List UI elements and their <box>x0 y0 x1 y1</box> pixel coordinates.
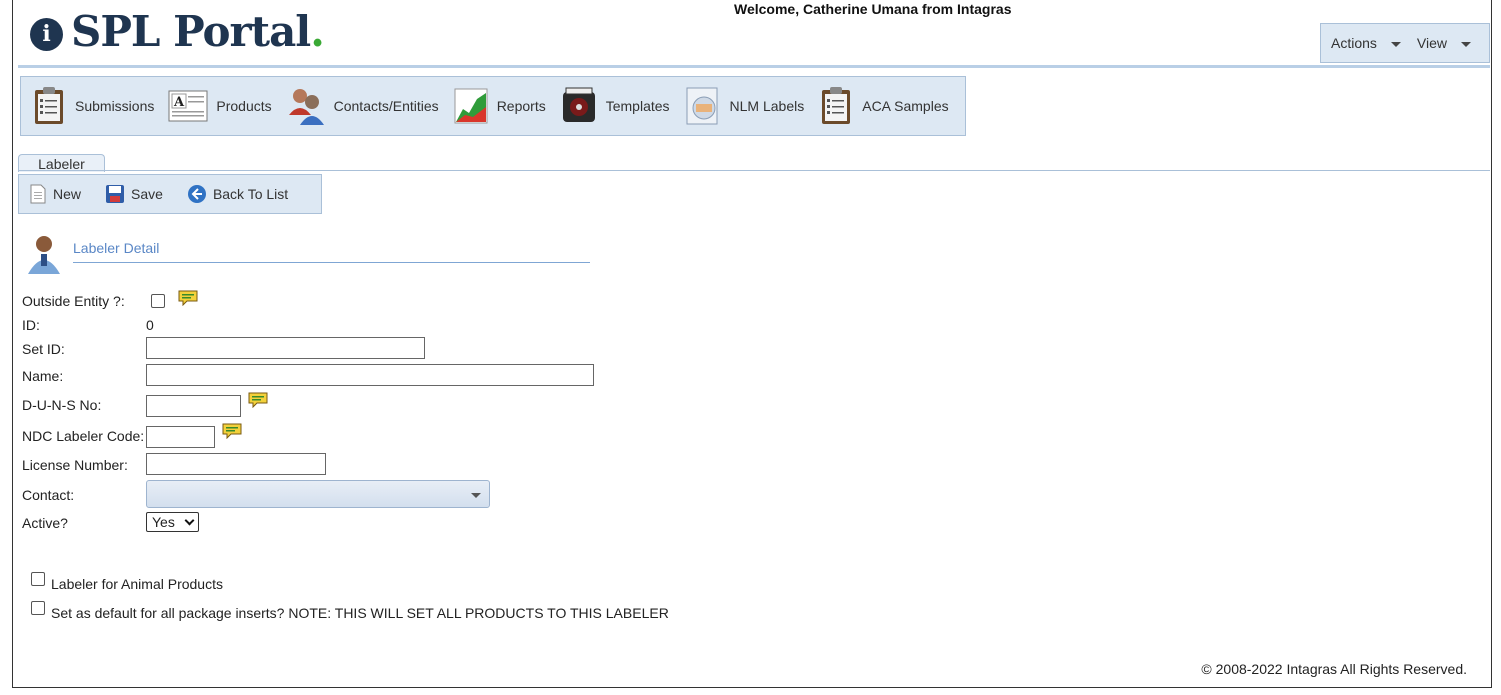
license-number-label: License Number: <box>22 457 128 473</box>
id-label: ID: <box>22 317 40 333</box>
user-icon <box>28 236 60 274</box>
ndc-labeler-code-input[interactable] <box>146 426 215 448</box>
new-button[interactable]: New <box>29 184 81 204</box>
toolbar: New Save Back To List <box>18 174 322 214</box>
section-title: Labeler Detail <box>73 240 160 256</box>
chevron-down-icon <box>471 493 481 498</box>
comment-note-icon[interactable] <box>178 290 198 306</box>
back-to-list-label: Back To List <box>212 186 289 202</box>
nav-contacts-label: Contacts/Entities <box>333 98 439 114</box>
view-menu-label: View <box>1416 35 1448 51</box>
welcome-message: Welcome, Catherine Umana from Intagras <box>734 1 1012 17</box>
tab-divider <box>18 170 1490 171</box>
nav-products[interactable]: A Products <box>168 89 272 123</box>
nav-products-label: Products <box>216 98 272 114</box>
name-input[interactable] <box>146 364 594 386</box>
view-menu[interactable]: View <box>1416 35 1472 51</box>
document-a-icon: A <box>168 90 208 122</box>
film-reel-icon <box>562 87 595 122</box>
outside-entity-label: Outside Entity ?: <box>22 293 125 309</box>
default-package-inserts-label: Set as default for all package inserts? … <box>51 605 669 621</box>
copyright: © 2008-2022 Intagras All Rights Reserved… <box>1201 661 1467 677</box>
clipboard-icon <box>35 87 63 124</box>
animal-products-label: Labeler for Animal Products <box>51 576 223 592</box>
nav-aca-samples[interactable]: ACA Samples <box>818 86 949 126</box>
active-select[interactable]: Yes <box>146 512 199 532</box>
nav-submissions[interactable]: Submissions <box>31 86 154 126</box>
license-number-input[interactable] <box>146 453 326 475</box>
set-id-label: Set ID: <box>22 341 65 357</box>
save-button[interactable]: Save <box>105 184 163 204</box>
chart-icon <box>454 88 488 124</box>
chevron-down-icon <box>1461 41 1472 47</box>
header-divider <box>18 65 1490 68</box>
duns-label: D-U-N-S No: <box>22 397 102 413</box>
floppy-disk-icon <box>106 185 125 203</box>
nav-templates[interactable]: Templates <box>560 86 670 126</box>
nav-nlm-labels[interactable]: NLM Labels <box>684 86 805 126</box>
default-package-inserts-checkbox[interactable] <box>31 601 45 615</box>
top-menu: Actions View <box>1320 23 1490 63</box>
duns-input[interactable] <box>146 395 241 417</box>
logo-text: SPL Portal. <box>71 7 325 56</box>
info-logo-icon: i <box>30 17 63 51</box>
back-arrow-icon <box>187 185 206 203</box>
nav-submissions-label: Submissions <box>75 98 155 114</box>
active-label: Active? <box>22 515 68 531</box>
save-button-label: Save <box>131 186 163 202</box>
set-id-input[interactable] <box>146 337 425 359</box>
actions-menu[interactable]: Actions <box>1331 35 1401 51</box>
name-label: Name: <box>22 368 64 384</box>
nav-reports-label: Reports <box>496 98 546 114</box>
chevron-down-icon <box>184 515 195 526</box>
app-logo[interactable]: i SPL Portal. <box>30 7 325 56</box>
nav-nlm-labels-label: NLM Labels <box>729 98 805 114</box>
people-icon <box>288 89 324 125</box>
back-to-list-button[interactable]: Back To List <box>187 184 288 204</box>
comment-note-icon[interactable] <box>222 423 242 439</box>
actions-menu-label: Actions <box>1331 35 1377 51</box>
active-selected-value: Yes <box>152 514 175 530</box>
animal-products-checkbox[interactable] <box>31 572 45 586</box>
nav-reports[interactable]: Reports <box>453 87 546 125</box>
label-document-icon <box>686 87 718 125</box>
contact-label: Contact: <box>22 487 75 503</box>
main-nav: Submissions A Products Contacts/Entities… <box>20 76 966 136</box>
nav-aca-samples-label: ACA Samples <box>862 98 949 114</box>
svg-text:A: A <box>173 95 185 110</box>
nav-contacts-entities[interactable]: Contacts/Entities <box>286 85 439 127</box>
comment-note-icon[interactable] <box>248 392 268 408</box>
ndc-labeler-code-label: NDC Labeler Code: <box>22 428 145 444</box>
nav-templates-label: Templates <box>605 98 670 114</box>
id-value: 0 <box>146 317 154 333</box>
clipboard-icon <box>822 87 851 124</box>
new-button-label: New <box>53 186 82 202</box>
contact-select[interactable] <box>146 480 490 508</box>
section-divider <box>73 262 590 263</box>
chevron-down-icon <box>1390 41 1401 47</box>
outside-entity-checkbox[interactable] <box>151 294 165 308</box>
new-document-icon <box>30 184 46 204</box>
